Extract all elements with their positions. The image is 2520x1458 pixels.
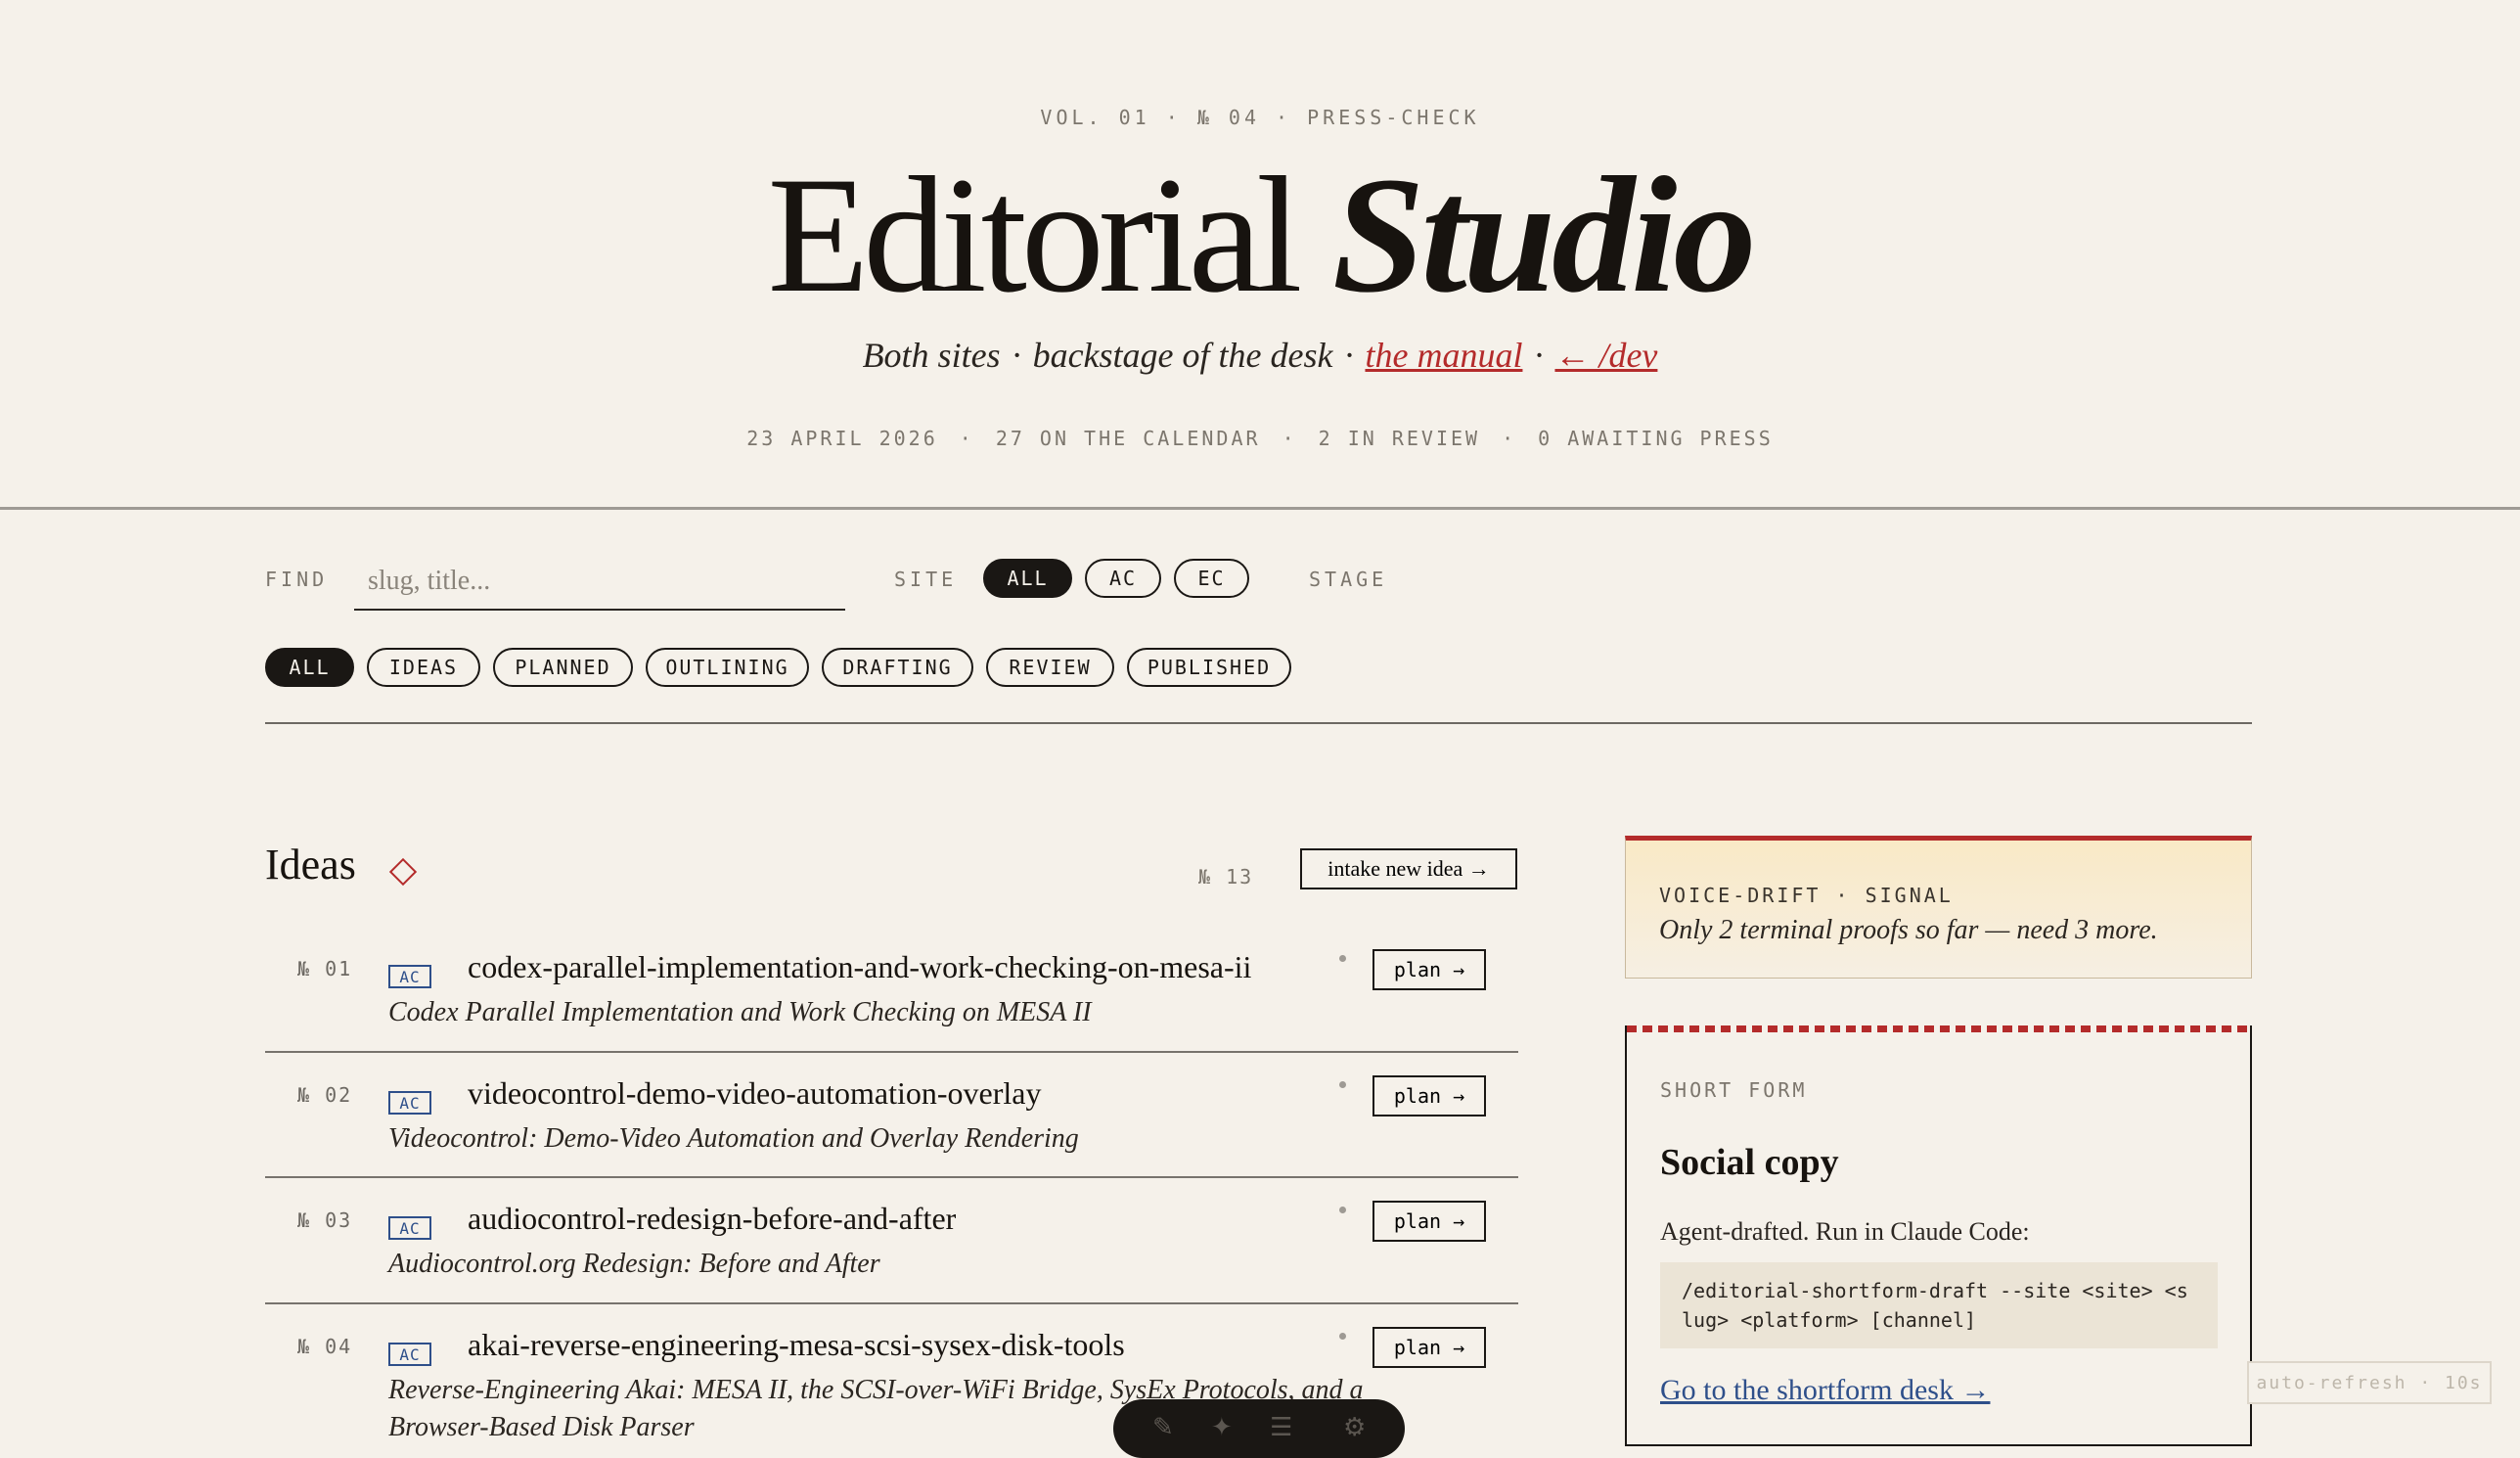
stage-filter-review[interactable]: REVIEW (986, 648, 1114, 687)
short-form-card: SHORT FORM Social copy Agent-drafted. Ru… (1625, 1025, 2252, 1446)
idea-slug[interactable]: codex-parallel-implementation-and-work-c… (468, 949, 1251, 985)
stage-filter-published[interactable]: PUBLISHED (1127, 648, 1291, 687)
tagline-desk: backstage of the desk (1032, 336, 1333, 375)
voice-drift-kicker: VOICE-DRIFT · SIGNAL (1659, 884, 1954, 907)
auto-refresh-badge: auto-refresh · 10s (2247, 1361, 2492, 1404)
title-italic: Studio (1331, 143, 1757, 327)
plan-button[interactable]: plan → (1372, 1075, 1486, 1116)
idea-row: № 01 AC codex-parallel-implementation-an… (265, 949, 1518, 1074)
idea-subtitle: Codex Parallel Implementation and Work C… (388, 997, 1092, 1027)
stats-line: 23 APRIL 2026 · 27 ON THE CALENDAR · 2 IN RE… (746, 427, 1774, 450)
row-divider (265, 1302, 1518, 1304)
short-form-text: Agent-drafted. Run in Claude Code: (1660, 1217, 2030, 1246)
tagline-sites: Both sites (862, 336, 1001, 375)
row-divider (265, 1051, 1518, 1053)
short-form-title: Social copy (1660, 1142, 1839, 1183)
brush-icon[interactable]: ✦ (1211, 1413, 1233, 1442)
status-dot (1339, 955, 1346, 962)
stat-date: 23 APRIL 2026 (746, 427, 938, 450)
site-filter-ec[interactable]: EC (1174, 559, 1249, 598)
gear-icon[interactable]: ⚙ (1343, 1413, 1366, 1442)
idea-slug[interactable]: akai-reverse-engineering-mesa-scsi-sysex… (468, 1327, 1125, 1363)
stage-label: STAGE (1309, 568, 1388, 591)
find-label: FIND (265, 568, 329, 591)
shortform-desk-link[interactable]: Go to the shortform desk → (1660, 1374, 1990, 1407)
idea-number: № 02 (297, 1083, 353, 1107)
site-filter-ac[interactable]: AC (1085, 559, 1161, 598)
dashed-border (1627, 1025, 2250, 1032)
manual-link[interactable]: the manual (1365, 336, 1522, 375)
idea-number: № 03 (297, 1208, 353, 1232)
site-filter-all[interactable]: ALL (983, 559, 1072, 598)
search-input[interactable] (354, 554, 845, 611)
masthead-divider (0, 507, 2520, 510)
idea-number: № 04 (297, 1335, 353, 1358)
plan-button[interactable]: plan → (1372, 1327, 1486, 1368)
plan-button[interactable]: plan → (1372, 1201, 1486, 1242)
title-main: Editorial (767, 143, 1303, 327)
status-dot (1339, 1333, 1346, 1340)
status-dot (1339, 1207, 1346, 1213)
menu-icon[interactable]: ☰ (1270, 1413, 1292, 1442)
page-title: Editorial Studio (0, 147, 2520, 323)
idea-subtitle: Videocontrol: Demo-Video Automation and … (388, 1123, 1079, 1154)
voice-drift-card: VOICE-DRIFT · SIGNAL Only 2 terminal pro… (1625, 836, 2252, 979)
issue-kicker: VOL. 01 · № 04 · PRESS-CHECK (1040, 106, 1480, 129)
pen-icon[interactable]: ✎ (1152, 1413, 1174, 1442)
ideas-count: № 13 (1198, 865, 1254, 888)
floating-toolbar[interactable]: ✎ ✦ ☰ ⚙ (1113, 1399, 1405, 1458)
stat-press: 0 AWAITING PRESS (1538, 427, 1774, 450)
intake-new-idea-button[interactable]: intake new idea → (1300, 848, 1517, 889)
filter-divider (265, 722, 2252, 724)
voice-drift-message: Only 2 terminal proofs so far — need 3 m… (1659, 915, 2158, 945)
idea-slug[interactable]: videocontrol-demo-video-automation-overl… (468, 1075, 1041, 1112)
stage-filter-drafting[interactable]: DRAFTING (822, 648, 973, 687)
row-divider (265, 1176, 1518, 1178)
site-tag: AC (388, 1343, 431, 1366)
site-tag: AC (388, 965, 431, 988)
dev-link[interactable]: ← /dev (1554, 336, 1657, 375)
short-form-kicker: SHORT FORM (1660, 1078, 1808, 1102)
idea-subtitle: Audiocontrol.org Redesign: Before and Af… (388, 1249, 880, 1279)
status-dot (1339, 1081, 1346, 1088)
site-tag: AC (388, 1216, 431, 1240)
stage-filter-outlining[interactable]: OUTLINING (646, 648, 809, 687)
stat-review: 2 IN REVIEW (1318, 427, 1481, 450)
command-snippet[interactable]: /editorial-shortform-draft --site <site>… (1660, 1262, 2218, 1348)
idea-row: № 03 AC audiocontrol-redesign-before-and… (265, 1201, 1518, 1326)
site-tag: AC (388, 1091, 431, 1115)
stat-calendar: 27 ON THE CALENDAR (995, 427, 1261, 450)
diamond-icon (388, 857, 418, 887)
stage-filter-ideas[interactable]: IDEAS (367, 648, 480, 687)
stage-filter-all[interactable]: ALL (265, 648, 354, 687)
idea-number: № 01 (297, 957, 353, 980)
plan-button[interactable]: plan → (1372, 949, 1486, 990)
section-title-ideas: Ideas (265, 841, 356, 888)
site-label: SITE (894, 568, 958, 591)
tagline: Both sites · backstage of the desk · the man… (862, 336, 1658, 375)
idea-row: № 02 AC videocontrol-demo-video-automati… (265, 1075, 1518, 1201)
idea-slug[interactable]: audiocontrol-redesign-before-and-after (468, 1201, 956, 1237)
stage-filter-planned[interactable]: PLANNED (493, 648, 633, 687)
